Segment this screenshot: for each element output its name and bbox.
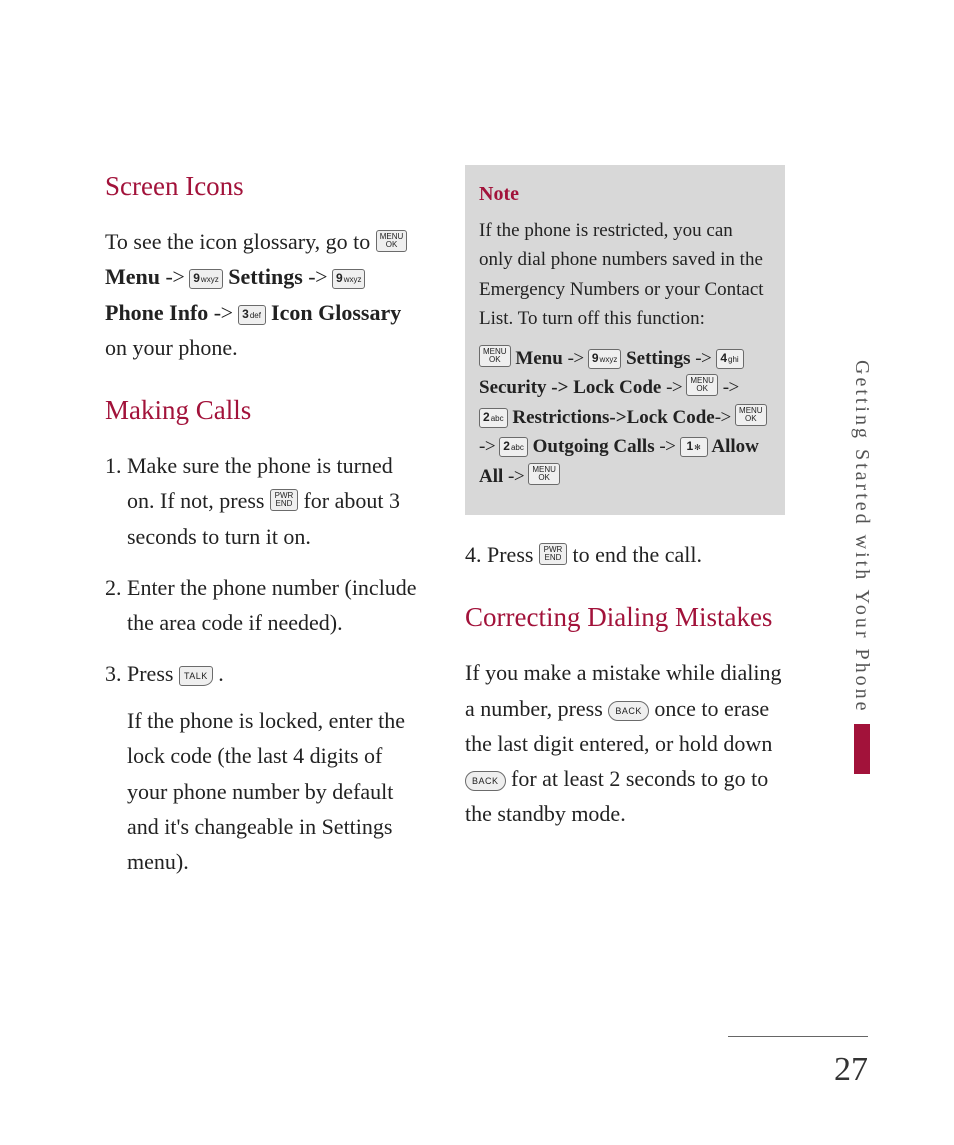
manual-page: Screen Icons To see the icon glossary, g… [0,0,954,1145]
back-key-icon: BACK [465,771,506,791]
seq-menu: Menu [515,348,563,369]
menu-ok-key-icon: MENUOK [528,463,560,485]
text: 4. Press [465,542,539,567]
heading-correcting: Correcting Dialing Mistakes [465,596,785,639]
menu-ok-key-icon: MENUOK [479,345,511,367]
text: . [218,661,224,686]
note-title: Note [479,179,771,210]
list-item: Press TALK . [127,656,425,691]
key-3-icon: 3def [238,305,266,325]
seq-restrictions: Restrictions->Lock Code [512,407,714,428]
arrow-icon: -> [508,466,528,487]
text: for at least 2 seconds to go to the stan… [465,766,768,826]
section-side-tab: Getting Started with Your Phone [850,360,874,774]
arrow-icon: -> [568,348,588,369]
footer-rule [728,1036,868,1037]
list-item: Enter the phone number (include the area… [127,570,425,640]
para-icon-glossary: To see the icon glossary, go to MENUOK M… [105,224,425,365]
pwr-end-key-icon: PWREND [270,489,298,511]
menu-ok-key-icon: MENUOK [376,230,408,252]
arrow-icon: -> [666,377,686,398]
menu-ok-key-icon: MENUOK [686,374,718,396]
arrow-icon: -> [479,436,499,457]
seq-settings: Settings [626,348,690,369]
key-9-icon: 9wxyz [588,349,621,369]
seq-phone-info: Phone Info [105,300,208,325]
page-number: 27 [834,1051,868,1089]
arrow-icon: -> [723,377,739,398]
back-key-icon: BACK [608,701,649,721]
key-2-icon: 2abc [499,437,528,457]
list-item: Make sure the phone is turned on. If not… [127,448,425,554]
arrow-icon: -> [214,300,238,325]
key-2-icon: 2abc [479,408,508,428]
making-calls-list: Make sure the phone is turned on. If not… [105,448,425,691]
heading-screen-icons: Screen Icons [105,165,425,208]
seq-outgoing: Outgoing Calls [533,436,655,457]
heading-making-calls: Making Calls [105,389,425,432]
talk-key-icon: TALK [179,666,213,686]
text: to end the call. [572,542,702,567]
arrow-icon: -> [715,407,735,428]
text: To see the icon glossary, go to [105,229,376,254]
side-tab-label: Getting Started with Your Phone [850,360,873,714]
seq-menu: Menu [105,264,160,289]
arrow-icon: -> [695,348,715,369]
key-1-icon: 1✻ [680,437,708,457]
page-body: Screen Icons To see the icon glossary, g… [105,165,785,965]
arrow-icon: -> [308,264,332,289]
key-9-icon: 9wxyz [189,269,222,289]
step-4: 4. Press PWREND to end the call. [465,537,785,572]
seq-settings: Settings [228,264,303,289]
text: Press [127,661,179,686]
pwr-end-key-icon: PWREND [539,543,567,565]
para-correcting: If you make a mistake while dialing a nu… [465,655,785,831]
para-locked: If the phone is locked, enter the lock c… [105,703,425,879]
menu-ok-key-icon: MENUOK [735,404,767,426]
seq-icon-glossary: Icon Glossary [271,300,401,325]
key-4-icon: 4ghi [716,349,744,369]
key-9-icon: 9wxyz [332,269,365,289]
note-sequence: MENUOK Menu -> 9wxyz Settings -> 4ghi Se… [479,344,771,491]
arrow-icon: -> [659,436,679,457]
side-tab-marker [854,724,870,774]
arrow-icon: -> [166,264,190,289]
text: on your phone. [105,335,238,360]
note-body: If the phone is restricted, you can only… [479,216,771,334]
seq-security: Security -> Lock Code [479,377,661,398]
note-box: Note If the phone is restricted, you can… [465,165,785,515]
